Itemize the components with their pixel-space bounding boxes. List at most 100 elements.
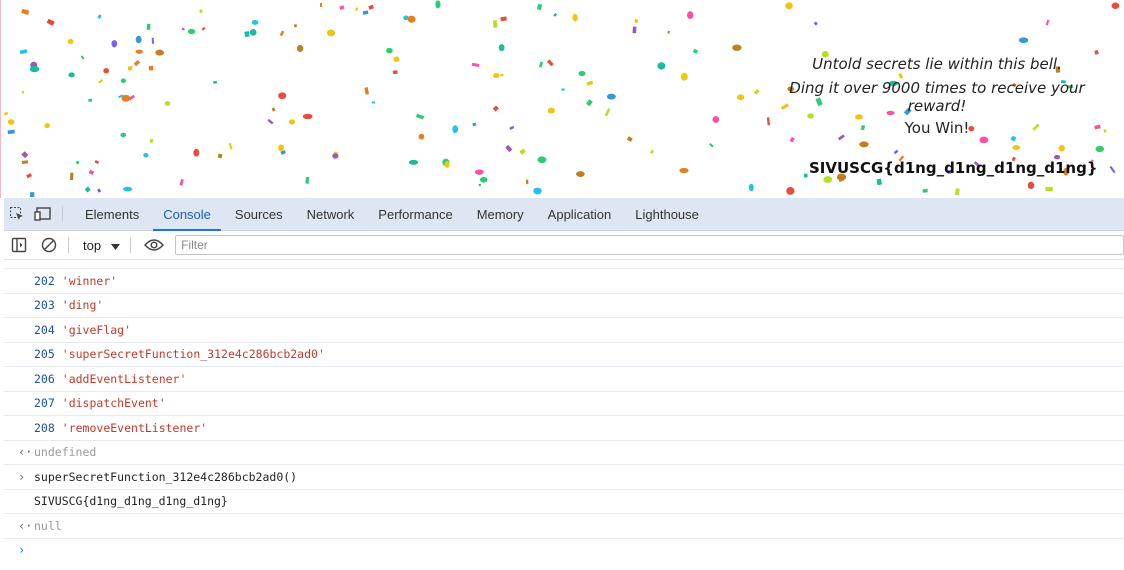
confetti-piece <box>98 78 103 84</box>
tab-elements[interactable]: Elements <box>73 198 151 230</box>
prompt-chevron-icon: › <box>18 543 26 558</box>
confetti-piece <box>435 0 441 9</box>
confetti-piece <box>371 101 376 104</box>
dropdown-arrow-icon <box>111 238 121 253</box>
entry-value: 'dispatchEvent' <box>61 396 166 411</box>
confetti-piece <box>859 141 869 148</box>
confetti-piece <box>249 28 257 36</box>
confetti-piece <box>576 171 585 177</box>
confetti-piece <box>732 44 742 51</box>
confetti-piece <box>339 5 345 10</box>
result-arrow-icon: ‹· <box>18 518 33 533</box>
confetti-piece <box>1045 19 1050 26</box>
filter-input[interactable]: Filter <box>175 235 1124 255</box>
confetti-piece <box>278 144 285 152</box>
confetti-piece <box>193 148 200 157</box>
confetti-piece <box>786 187 795 195</box>
confetti-piece <box>626 136 633 142</box>
device-toolbar-icon[interactable] <box>30 198 56 230</box>
confetti-piece <box>187 28 196 35</box>
clear-console-icon[interactable] <box>34 231 64 259</box>
confetti-piece <box>69 172 74 181</box>
confetti-piece <box>553 12 558 17</box>
console-result-row: ‹· null <box>4 514 1124 539</box>
confetti-piece <box>525 179 529 185</box>
tab-sources[interactable]: Sources <box>223 198 295 230</box>
confetti-piece <box>288 119 295 125</box>
confetti-piece <box>586 99 593 107</box>
confetti-piece <box>578 70 586 77</box>
confetti-piece <box>649 149 654 154</box>
confetti-piece <box>572 13 578 22</box>
confetti-piece <box>143 152 149 158</box>
confetti-piece <box>492 20 498 28</box>
console-array-entry: 206 'addEventListener' <box>4 367 1124 392</box>
inspect-element-icon[interactable] <box>4 198 30 230</box>
tab-memory[interactable]: Memory <box>465 198 536 230</box>
confetti-piece <box>326 29 336 37</box>
confetti-piece <box>354 7 359 12</box>
confetti-piece <box>67 38 74 45</box>
confetti-piece <box>7 119 15 125</box>
confetti-piece <box>1045 186 1053 192</box>
confetti-piece <box>1010 135 1017 142</box>
tab-application[interactable]: Application <box>536 198 624 230</box>
confetti-piece <box>332 153 339 159</box>
tab-console[interactable]: Console <box>151 198 223 231</box>
confetti-piece <box>362 10 369 15</box>
confetti-piece <box>547 107 555 114</box>
confetti-piece <box>415 113 425 120</box>
console-prompt-row[interactable]: › <box>4 539 1124 563</box>
entry-value: 'superSecretFunction_312e4c286bcb2ad0' <box>61 347 325 362</box>
console-toolbar: top Filter <box>4 231 1124 260</box>
confetti-piece <box>271 107 276 112</box>
confetti-piece <box>155 49 164 56</box>
confetti-piece <box>228 142 233 150</box>
confetti-piece <box>606 93 616 100</box>
confetti-piece <box>898 72 904 79</box>
confetti-piece <box>785 2 793 10</box>
confetti-piece <box>19 49 28 55</box>
confetti-piece <box>279 30 285 37</box>
confetti-piece <box>1027 181 1035 190</box>
tab-performance[interactable]: Performance <box>366 198 464 230</box>
entry-value: 'ding' <box>61 298 104 313</box>
confetti-piece <box>88 98 93 102</box>
confetti-piece <box>393 56 400 63</box>
confetti-piece <box>1111 2 1120 9</box>
confetti-piece <box>120 132 127 138</box>
console-array-entry: 202 'winner' <box>4 269 1124 294</box>
confetti-piece <box>97 188 102 193</box>
confetti-piece <box>181 27 185 31</box>
confetti-piece <box>837 134 845 141</box>
confetti-piece <box>29 65 40 73</box>
flag-text: SIVUSCG{d1ng_d1ng_d1ng_d1ng} <box>809 159 1098 177</box>
confetti-piece <box>493 73 500 79</box>
confetti-piece <box>500 73 504 77</box>
confetti-piece <box>148 65 154 71</box>
tab-lighthouse[interactable]: Lighthouse <box>623 198 711 230</box>
confetti-piece <box>537 156 547 164</box>
confetti-piece <box>539 61 543 68</box>
tab-network[interactable]: Network <box>295 198 367 230</box>
riddle-line-2: Ding it over 9000 times to receive your … <box>789 79 1085 115</box>
context-label: top <box>83 237 102 253</box>
confetti-piece <box>418 133 425 140</box>
confetti-piece <box>860 124 866 131</box>
entry-value: 'addEventListener' <box>61 371 187 386</box>
entry-value: 'giveFlag' <box>61 322 132 337</box>
confetti-piece <box>84 186 91 193</box>
context-selector[interactable]: top <box>77 238 126 253</box>
confetti-piece <box>111 40 118 48</box>
sidebar-toggle-icon[interactable] <box>4 231 34 259</box>
confetti-piece <box>546 59 554 67</box>
confetti-piece <box>519 148 526 155</box>
confetti-piece <box>444 160 450 168</box>
confetti-piece <box>267 118 274 125</box>
confetti-piece <box>135 35 142 44</box>
confetti-piece <box>21 160 29 165</box>
riddle-line-1: Untold secrets lie within this bell. <box>812 55 1062 73</box>
console-row-partial <box>4 260 1124 269</box>
live-expression-eye-icon[interactable] <box>139 231 169 259</box>
confetti-piece <box>30 192 35 197</box>
